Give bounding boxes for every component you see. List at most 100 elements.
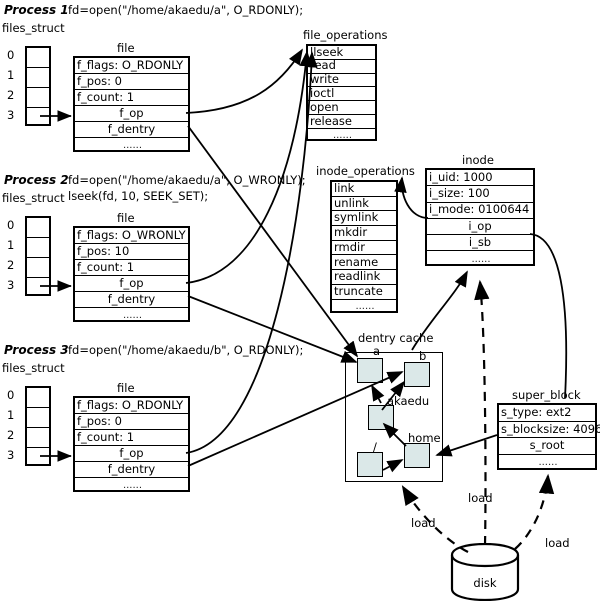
inode-struct: i_uid: 1000 i_size: 100 i_mode: 0100644 …: [425, 168, 535, 266]
dentry-node-b: [404, 362, 430, 387]
load-label-left: load: [411, 516, 436, 530]
inode-row-i-sb: i_sb: [427, 235, 533, 252]
load-label-middle: load: [468, 491, 493, 505]
process-2-files-struct-label: files_struct: [2, 191, 65, 205]
process-2-fd-array: [25, 216, 51, 296]
file-row-f-flags: f_flags: O_RDONLY: [75, 398, 188, 414]
dentry-node-home: [404, 443, 430, 468]
fd-cell-3: [27, 278, 49, 298]
inode-row-dots: ......: [471, 253, 491, 265]
file-row-dots: ......: [122, 310, 143, 321]
process-3-fd-array: [25, 386, 51, 466]
process-2-code-line-2: lseek(fd, 10, SEEK_SET);: [68, 189, 209, 203]
process-2-title: Process 2: [4, 173, 69, 187]
file-row-dots: ......: [122, 140, 143, 151]
inode-operations-struct: link unlink symlink mkdir rmdir rename r…: [330, 180, 398, 313]
iop-row-rename: rename: [332, 255, 396, 271]
file-row-f-count: f_count: 1: [75, 90, 188, 106]
fd-cell-1: [27, 238, 49, 258]
dentry-node-root-label: /: [373, 440, 377, 454]
iop-row-dots: ......: [355, 300, 375, 312]
fop-row-dots: ......: [332, 129, 353, 141]
file-row-f-flags: f_flags: O_RDONLY: [75, 58, 188, 74]
file-row-f-op: f_op: [75, 276, 188, 292]
process-2-file-struct: f_flags: O_WRONLY f_pos: 10 f_count: 1 f…: [73, 226, 190, 322]
sb-row-dots: ......: [538, 457, 558, 469]
sb-row-s-type: s_type: ext2: [499, 405, 595, 422]
fd-cell-0: [27, 388, 49, 408]
arrow-s-root-to-dentry-root: [435, 434, 498, 457]
line-i-sb-to-super-block: [529, 233, 568, 399]
inode-row-i-mode: i_mode: 0100644: [427, 203, 533, 219]
dentry-node-home-label: home: [408, 431, 441, 445]
fd-cell-2: [27, 258, 49, 278]
fd-cell-1: [27, 408, 49, 428]
inode-operations-label: inode_operations: [316, 164, 415, 178]
dentry-node-akaedu: [368, 405, 394, 430]
dentry-node-root: [357, 452, 383, 477]
fd-cell-2: [27, 428, 49, 448]
fd-cell-0: [27, 48, 49, 68]
file-row-f-count: f_count: 1: [75, 260, 188, 276]
dentry-cache-label: dentry cache: [358, 331, 434, 345]
process-3-fd-num-3: 3: [7, 448, 15, 462]
iop-row-unlink: unlink: [332, 197, 396, 212]
file-row-f-dentry: f_dentry: [75, 122, 188, 138]
process-3-fd-num-1: 1: [7, 408, 15, 422]
arrow-fop-p3-to-file-operations: [185, 51, 318, 454]
sb-row-s-root: s_root: [499, 438, 595, 456]
process-2-code-line-1: fd=open("/home/akaedu/a", O_WRONLY);: [68, 173, 306, 187]
file-row-f-pos: f_pos: 10: [75, 244, 188, 260]
sb-row-s-blocksize: s_blocksize: 4096: [499, 422, 600, 439]
disk-cylinder: disk: [450, 542, 520, 602]
process-1-files-struct-label: files_struct: [2, 21, 65, 35]
process-2-fd-num-1: 1: [7, 238, 15, 252]
iop-row-rmdir: rmdir: [332, 241, 396, 256]
process-3-fd-num-0: 0: [7, 388, 15, 402]
fd-cell-0: [27, 218, 49, 238]
inode-row-i-op: i_op: [427, 219, 533, 236]
disk-label: disk: [473, 576, 497, 590]
vfs-diagram: Process 1 fd=open("/home/akaedu/a", O_RD…: [0, 0, 600, 606]
process-3-code-line-1: fd=open("/home/akaedu/b", O_RDONLY);: [68, 343, 304, 357]
iop-row-readlink: readlink: [332, 270, 396, 285]
process-3-files-struct-label: files_struct: [2, 361, 65, 375]
iop-row-mkdir: mkdir: [332, 226, 396, 241]
process-2-fd-num-2: 2: [7, 258, 15, 272]
inode-row-i-uid: i_uid: 1000: [427, 170, 533, 187]
process-1-file-struct: f_flags: O_RDONLY f_pos: 0 f_count: 1 f_…: [73, 56, 190, 152]
arrow-fop-p2-to-file-operations: [185, 50, 312, 284]
dentry-node-b-label: b: [419, 349, 427, 363]
fop-row-release: release: [308, 115, 375, 129]
process-1-title: Process 1: [4, 3, 69, 17]
iop-row-truncate: truncate: [332, 285, 396, 300]
iop-row-link: link: [332, 182, 396, 197]
process-1-fd-num-3: 3: [7, 108, 15, 122]
process-2-fd-num-3: 3: [7, 278, 15, 292]
file-row-f-op: f_op: [75, 446, 188, 462]
super-block-label: super_block: [512, 388, 581, 402]
file-operations-struct: llseek read write ioctl open release ...…: [306, 44, 377, 141]
file-row-f-dentry: f_dentry: [75, 292, 188, 308]
file-row-f-dentry: f_dentry: [75, 462, 188, 478]
process-1-fd-num-2: 2: [7, 88, 15, 102]
file-operations-label: file_operations: [303, 28, 388, 42]
arrow-load-to-inode: [474, 279, 490, 546]
file-row-f-flags: f_flags: O_WRONLY: [75, 228, 188, 244]
file-row-f-count: f_count: 1: [75, 430, 188, 446]
fd-cell-2: [27, 88, 49, 108]
process-3-file-struct: f_flags: O_RDONLY f_pos: 0 f_count: 1 f_…: [73, 396, 190, 492]
file-row-dots: ......: [122, 480, 143, 491]
inode-label: inode: [462, 153, 494, 167]
process-1-code-line-1: fd=open("/home/akaedu/a", O_RDONLY);: [68, 3, 304, 17]
process-2-fd-num-0: 0: [7, 218, 15, 232]
process-1-fd-num-1: 1: [7, 68, 15, 82]
process-1-file-label: file: [117, 41, 135, 55]
dentry-node-a: [357, 358, 383, 383]
fd-cell-1: [27, 68, 49, 88]
file-row-f-pos: f_pos: 0: [75, 414, 188, 430]
inode-row-i-size: i_size: 100: [427, 186, 533, 203]
file-row-f-op: f_op: [75, 106, 188, 122]
dentry-node-a-label: a: [373, 344, 381, 358]
process-3-fd-num-2: 2: [7, 428, 15, 442]
